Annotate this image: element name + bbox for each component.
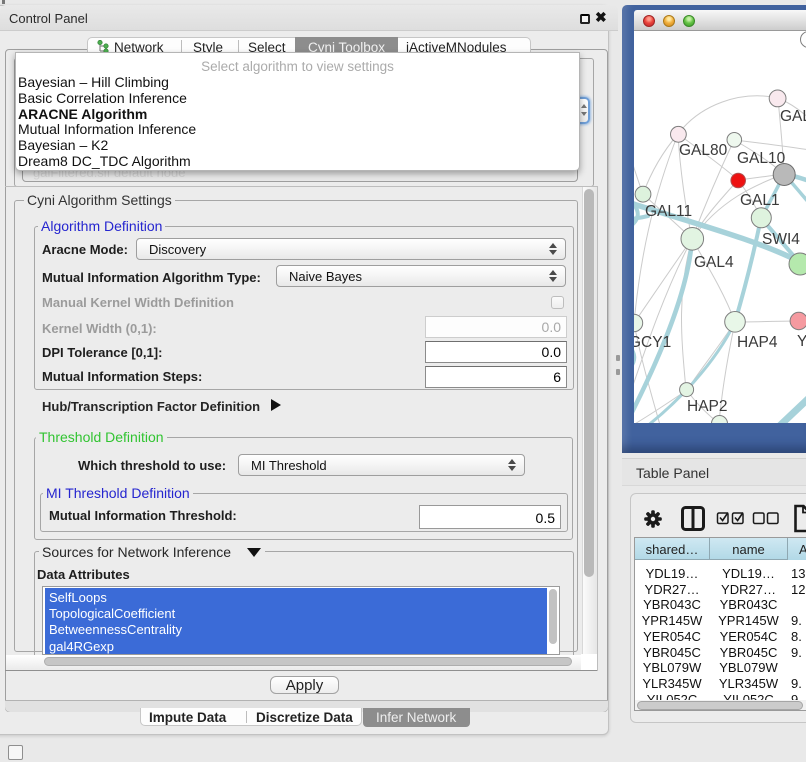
svg-text:GAL7: GAL7 bbox=[780, 108, 806, 125]
svg-text:HAP2: HAP2 bbox=[687, 398, 728, 415]
svg-text:GAL80: GAL80 bbox=[679, 142, 728, 159]
svg-text:GAL10: GAL10 bbox=[737, 150, 786, 167]
svg-text:Y: Y bbox=[797, 333, 806, 350]
svg-text:GAL11: GAL11 bbox=[645, 203, 692, 220]
svg-text:GAL4: GAL4 bbox=[694, 254, 734, 271]
svg-text:GCY1: GCY1 bbox=[634, 334, 671, 351]
svg-text:GAL1: GAL1 bbox=[740, 192, 780, 209]
svg-text:HAP4: HAP4 bbox=[737, 334, 778, 351]
svg-text:SWI4: SWI4 bbox=[762, 231, 800, 248]
